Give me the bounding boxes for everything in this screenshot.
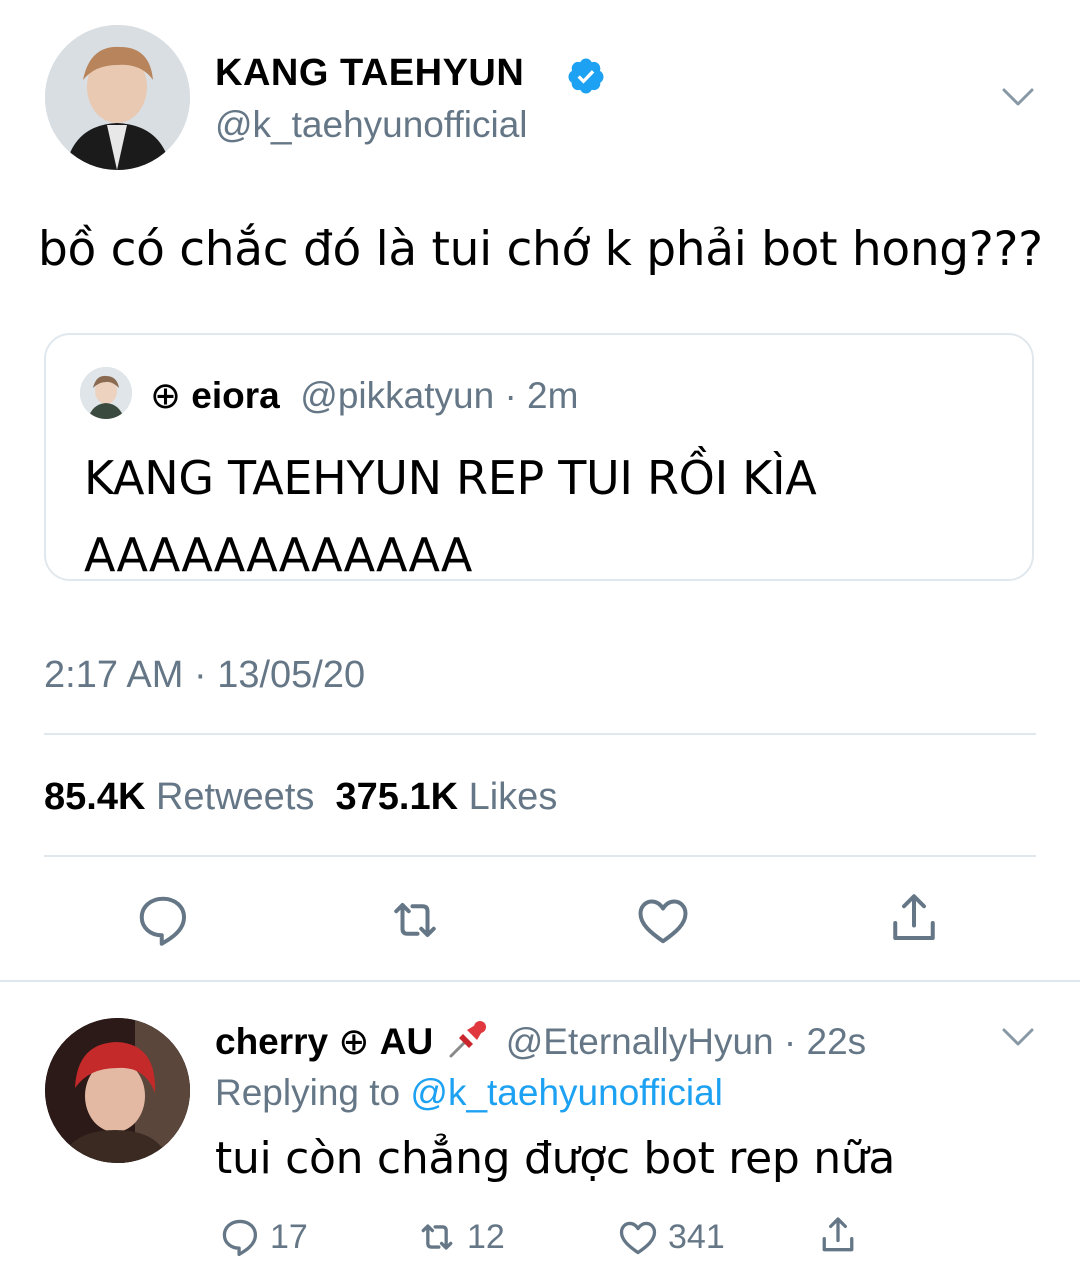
retweet-icon [421, 1224, 453, 1250]
display-name[interactable]: KANG TAEHYUN [215, 52, 524, 95]
quote-text: KANG TAEHYUN REP TUI RỒI KÌA AAAAAAAAAAA… [84, 440, 1014, 594]
reply-name-part2[interactable]: AU [380, 1021, 433, 1062]
divider [44, 855, 1036, 857]
divider [44, 733, 1036, 735]
quote-line: KANG TAEHYUN REP TUI RỒI KÌA [84, 451, 817, 505]
tweet-text: bồ có chắc đó là tui chớ k phải bot hong… [38, 222, 1043, 277]
quote-line: AAAAAAAAAAAA [84, 528, 473, 582]
like-action[interactable]: 341 [616, 1213, 725, 1261]
heart-icon[interactable] [633, 890, 693, 950]
share-icon[interactable] [884, 888, 944, 948]
replying-mention[interactable]: @k_taehyunofficial [410, 1072, 723, 1113]
like-count: 341 [668, 1217, 725, 1256]
share-icon [822, 1217, 854, 1252]
retweet-count: 12 [467, 1217, 505, 1256]
chevron-down-icon[interactable] [1000, 82, 1036, 112]
quote-symbol: ⊕ [150, 375, 182, 416]
retweet-icon[interactable] [385, 890, 445, 950]
engagement-stats: 85.4K Retweets 375.1K Likes [44, 776, 557, 819]
reply-icon [222, 1219, 258, 1257]
timestamp[interactable]: 2:17 AM · 13/05/20 [44, 654, 365, 697]
reply-header: cherry ⊕ AU @EternallyHyun · 22s [215, 1016, 866, 1063]
chevron-down-icon[interactable] [1000, 1022, 1036, 1052]
likes-count[interactable]: 375.1K [336, 776, 459, 818]
verified-icon [566, 56, 606, 96]
quote-avatar [80, 367, 132, 419]
replying-label: Replying to [215, 1072, 401, 1113]
reply-avatar[interactable] [45, 1018, 190, 1163]
reply-name-part1[interactable]: cherry [215, 1021, 328, 1062]
reply-action[interactable]: 17 [218, 1213, 308, 1261]
replying-to: Replying to @k_taehyunofficial [215, 1072, 723, 1114]
reply-text: tui còn chẳng được bot rep nữa [215, 1133, 896, 1184]
reply-handle-time: @EternallyHyun · 22s [505, 1021, 867, 1062]
quote-header: ⊕ eiora @pikkatyun · 2m [150, 374, 578, 417]
share-action[interactable] [816, 1211, 860, 1259]
pushpin-icon [447, 1016, 491, 1060]
avatar[interactable] [45, 25, 190, 170]
reply-icon[interactable] [133, 890, 193, 950]
retweets-count[interactable]: 85.4K [44, 776, 145, 818]
heart-icon [619, 1221, 657, 1255]
reply-symbol: ⊕ [338, 1021, 370, 1062]
handle[interactable]: @k_taehyunofficial [215, 104, 528, 146]
likes-label[interactable]: Likes [469, 776, 558, 818]
divider [0, 980, 1080, 982]
quote-name[interactable]: eiora [191, 375, 279, 416]
quote-handle-time: @pikkatyun · 2m [300, 375, 579, 416]
retweets-label[interactable]: Retweets [156, 776, 314, 818]
reply-count: 17 [270, 1217, 308, 1256]
retweet-action[interactable]: 12 [415, 1213, 505, 1261]
